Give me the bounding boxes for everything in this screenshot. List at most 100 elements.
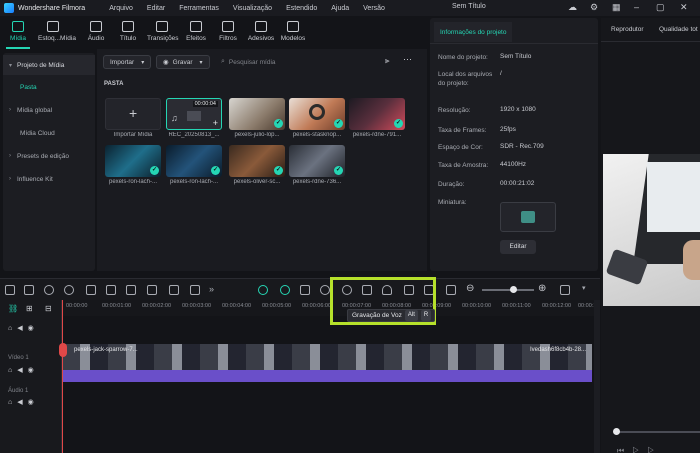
cloud-icon[interactable]: ☁ bbox=[568, 2, 577, 13]
import-dropdown[interactable]: Importar ▾ bbox=[103, 55, 151, 69]
tab-title[interactable]: Título bbox=[113, 21, 143, 42]
tab-transitions[interactable]: Transições bbox=[147, 21, 179, 42]
media-item-thumb[interactable]: ✓ bbox=[289, 145, 345, 177]
media-item-label: pexels-stasknop... bbox=[292, 132, 342, 138]
close-icon[interactable]: ✕ bbox=[680, 2, 688, 13]
edit-button[interactable]: Editar bbox=[500, 240, 536, 254]
search-input[interactable]: ⌕ Pesquisar mídia bbox=[221, 55, 361, 69]
tab-quality[interactable]: Qualidade tot bbox=[659, 26, 698, 33]
tab-filters[interactable]: Filtros bbox=[213, 21, 243, 42]
record-screen-icon[interactable] bbox=[190, 285, 200, 295]
video-clip[interactable]: pexels-jack-sparrow-7... Ivedash6f8cb4b-… bbox=[62, 344, 592, 370]
filter-icon[interactable]: ⫸ bbox=[385, 56, 390, 66]
add-track-icon[interactable]: ⊞ bbox=[26, 304, 33, 313]
grid-icon[interactable] bbox=[5, 285, 15, 295]
select-icon[interactable] bbox=[24, 285, 34, 295]
laptop-screen bbox=[647, 162, 700, 232]
sidebar-item-influence-kit[interactable]: › Influence Kit bbox=[3, 169, 95, 189]
field-label: Duração: bbox=[438, 181, 465, 188]
scrub-handle[interactable] bbox=[613, 428, 620, 435]
add-to-timeline-icon[interactable]: + bbox=[213, 118, 218, 128]
zoom-in-icon[interactable]: ⊕ bbox=[538, 283, 546, 294]
tab-templates[interactable]: Modelos bbox=[278, 21, 308, 42]
timeline-tracks[interactable] bbox=[62, 316, 600, 453]
media-item-thumb[interactable]: ✓ bbox=[105, 145, 161, 177]
minimize-icon[interactable]: – bbox=[634, 2, 639, 12]
track-controls-icons[interactable]: ⌂◀◉ bbox=[8, 366, 39, 374]
gear-icon[interactable]: ⚙ bbox=[590, 2, 598, 13]
menu-arquivo[interactable]: Arquivo bbox=[109, 5, 133, 12]
menu-versao[interactable]: Versão bbox=[363, 5, 385, 12]
audio-clip[interactable] bbox=[62, 370, 592, 382]
tab-audio[interactable]: Áudio bbox=[81, 21, 111, 42]
app-name: Wondershare Filmora bbox=[18, 4, 86, 12]
fit-icon[interactable] bbox=[446, 285, 456, 295]
text-tool-icon[interactable] bbox=[169, 285, 179, 295]
thumbnail-preview[interactable] bbox=[500, 202, 556, 232]
link-icon[interactable]: ⛓ bbox=[8, 304, 18, 313]
record-dropdown[interactable]: ◉ Gravar ▾ bbox=[156, 55, 210, 69]
media-item-thumb[interactable]: ✓ bbox=[229, 98, 285, 130]
scene-icon[interactable] bbox=[300, 285, 310, 295]
tab-stock-media[interactable]: Estoq...Mídia bbox=[38, 21, 76, 42]
sidebar-item-cloud-media[interactable]: Mídia Cloud bbox=[3, 123, 95, 143]
media-item-rec[interactable]: 00:00:04 ♫ + bbox=[166, 98, 222, 130]
tab-effects[interactable]: Efeitos bbox=[181, 21, 211, 42]
player-panel: Reprodutor Qualidade tot ⏮▷▷ bbox=[601, 18, 700, 453]
tab-media[interactable]: Mídia bbox=[3, 21, 33, 42]
transform-icon[interactable] bbox=[147, 285, 157, 295]
magic-icon[interactable] bbox=[280, 285, 290, 295]
timeline-layout-icon[interactable] bbox=[560, 285, 570, 295]
project-info-header: Informações do projeto bbox=[430, 18, 598, 44]
delete-icon[interactable] bbox=[86, 285, 96, 295]
maximize-icon[interactable]: ▢ bbox=[656, 2, 665, 13]
media-item-thumb[interactable]: ✓ bbox=[229, 145, 285, 177]
media-item-thumb[interactable]: ✓ bbox=[166, 145, 222, 177]
timeline-scrollbar[interactable] bbox=[594, 300, 600, 453]
search-icon: ⌕ bbox=[221, 58, 225, 65]
folder-heading: PASTA bbox=[104, 81, 124, 87]
field-label: Espaço de Cor: bbox=[438, 144, 483, 151]
menu-visualizacao[interactable]: Visualização bbox=[233, 5, 272, 12]
zoom-out-icon[interactable]: ⊖ bbox=[466, 283, 474, 294]
crop-icon[interactable] bbox=[126, 285, 136, 295]
clip-filmstrip bbox=[62, 344, 592, 370]
redo-icon[interactable] bbox=[64, 285, 74, 295]
playhead-marker[interactable] bbox=[59, 343, 67, 357]
effects-icon bbox=[190, 21, 202, 32]
scrub-bar[interactable] bbox=[615, 431, 700, 433]
ai-tool-icon[interactable] bbox=[258, 285, 268, 295]
sidebar-item-project-media[interactable]: ▾ Projeto de Mídia bbox=[3, 55, 95, 75]
media-item-thumb[interactable]: ✓ bbox=[349, 98, 405, 130]
ruler-tick: 00:00:06:00 bbox=[302, 303, 332, 309]
tab-stickers[interactable]: Adesivos bbox=[246, 21, 276, 42]
menu-editar[interactable]: Editar bbox=[147, 5, 165, 12]
snapshot-icon[interactable] bbox=[320, 285, 330, 295]
sample-rate-value: 44100Hz bbox=[500, 161, 527, 168]
menu-estendido[interactable]: Estendido bbox=[286, 5, 317, 12]
playback-controls-icon[interactable]: ⏮▷▷ bbox=[617, 446, 662, 453]
tab-project-info[interactable]: Informações do projeto bbox=[434, 22, 513, 42]
track-controls-icons[interactable]: ⌂◀◉ bbox=[8, 398, 39, 406]
tab-label: Estoq...Mídia bbox=[38, 35, 76, 42]
import-media-tile[interactable]: + bbox=[105, 98, 161, 130]
menu-ajuda[interactable]: Ajuda bbox=[331, 5, 349, 12]
sidebar-item-global-media[interactable]: › Mídia global bbox=[3, 100, 95, 120]
menu-ferramentas[interactable]: Ferramentas bbox=[179, 5, 219, 12]
zoom-slider-handle[interactable] bbox=[510, 286, 517, 293]
timeline-menu-icon[interactable]: ▾ bbox=[582, 284, 586, 292]
media-item-thumb[interactable]: ✓ bbox=[289, 98, 345, 130]
tab-player[interactable]: Reprodutor bbox=[611, 26, 644, 33]
check-icon: ✓ bbox=[274, 119, 283, 128]
split-icon[interactable] bbox=[106, 285, 116, 295]
layout-icon[interactable]: ▦ bbox=[612, 2, 621, 13]
more-options-icon[interactable]: ⋯ bbox=[403, 54, 412, 65]
playhead[interactable] bbox=[62, 300, 63, 453]
track-manager-icon[interactable]: ⊟ bbox=[45, 304, 52, 313]
zoom-slider[interactable] bbox=[482, 289, 534, 291]
sidebar-item-edit-presets[interactable]: › Presets de edição bbox=[3, 146, 95, 166]
track-controls-icons[interactable]: ⌂◀◉ bbox=[8, 324, 39, 332]
undo-icon[interactable] bbox=[44, 285, 54, 295]
more-tools-icon[interactable]: » bbox=[209, 284, 214, 294]
sidebar-item-folder[interactable]: Pasta bbox=[3, 77, 95, 97]
